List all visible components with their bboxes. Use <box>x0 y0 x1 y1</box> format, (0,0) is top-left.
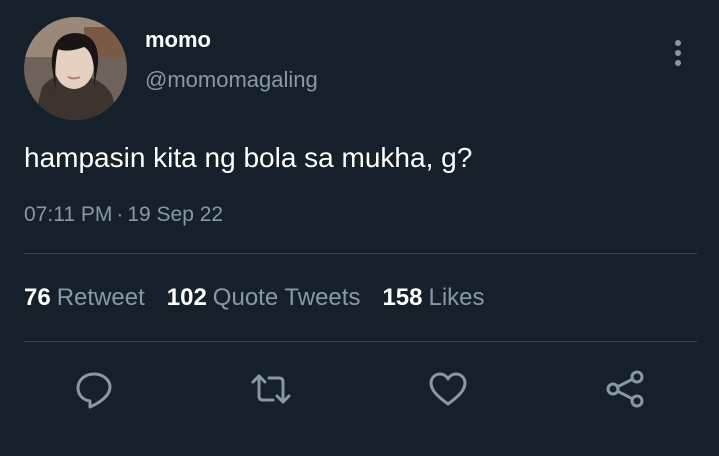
retweet-count: 76 <box>24 284 51 311</box>
share-icon <box>606 370 644 408</box>
quote-tweet-label: Quote Tweets <box>212 284 361 311</box>
more-options-button[interactable] <box>664 36 692 70</box>
like-stat[interactable]: 158 Likes <box>382 284 484 312</box>
quote-tweet-count: 102 <box>166 284 207 311</box>
avatar-image <box>24 17 127 120</box>
tweet-date: 19 Sep 22 <box>127 203 224 226</box>
tweet-text: hampasin kita ng bola sa mukha, g? <box>24 142 473 173</box>
engagement-stats: 76 Retweet 102 Quote Tweets 158 Likes <box>24 284 507 312</box>
more-vertical-icon <box>675 40 681 66</box>
like-count: 158 <box>382 284 423 311</box>
reply-button[interactable] <box>73 368 115 410</box>
divider <box>24 253 697 254</box>
meta-separator: · <box>116 203 124 226</box>
retweet-button[interactable] <box>250 368 292 410</box>
display-name[interactable]: momo <box>145 27 211 53</box>
retweet-label: Retweet <box>56 284 145 311</box>
reply-icon <box>76 372 112 409</box>
quote-tweet-stat[interactable]: 102 Quote Tweets <box>167 284 361 312</box>
share-button[interactable] <box>604 368 646 410</box>
username-handle[interactable]: @momomagaling <box>145 67 318 93</box>
heart-icon <box>429 372 467 406</box>
tweet-time: 07:11 PM <box>24 203 113 226</box>
avatar[interactable] <box>24 17 127 120</box>
like-label: Likes <box>428 284 485 311</box>
like-button[interactable] <box>427 368 469 410</box>
retweet-stat[interactable]: 76 Retweet <box>24 284 145 312</box>
tweet-timestamp[interactable]: 07:11 PM · 19 Sep 22 <box>24 203 223 227</box>
retweet-icon <box>251 374 291 404</box>
divider <box>24 341 697 342</box>
